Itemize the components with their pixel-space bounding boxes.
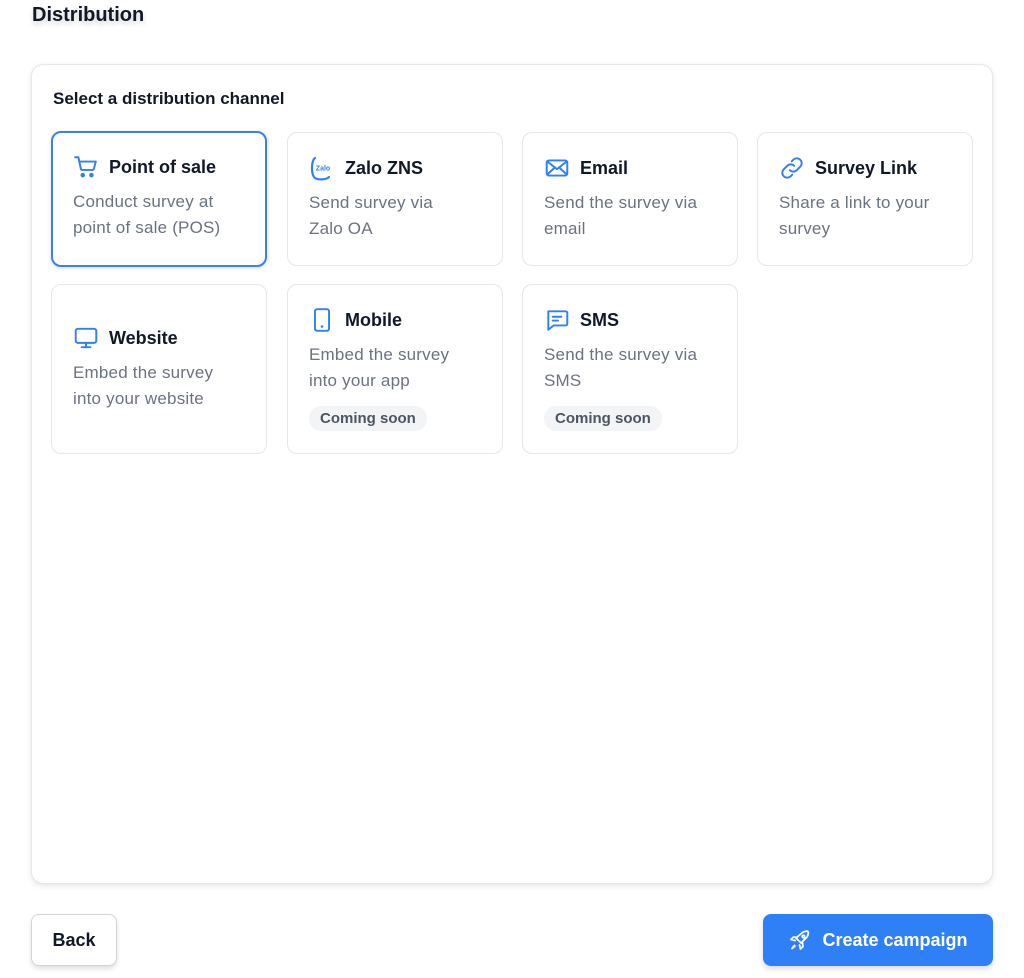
svg-text:Zalo: Zalo bbox=[316, 166, 330, 173]
distribution-panel: Select a distribution channel Point of s… bbox=[31, 64, 993, 884]
card-title: Survey Link bbox=[815, 157, 918, 178]
coming-soon-badge: Coming soon bbox=[309, 406, 427, 431]
message-icon bbox=[544, 307, 570, 333]
card-title: Website bbox=[109, 327, 178, 348]
card-title: Email bbox=[580, 157, 629, 178]
card-description: Share a link to your survey bbox=[779, 193, 930, 238]
create-campaign-label: Create campaign bbox=[822, 929, 968, 950]
coming-soon-badge: Coming soon bbox=[544, 406, 662, 431]
channel-card-mobile[interactable]: Mobile Embed the survey into your app Co… bbox=[287, 284, 503, 454]
channel-card-survey-link[interactable]: Survey Link Share a link to your survey bbox=[757, 132, 973, 266]
card-description: Send survey via Zalo OA bbox=[309, 193, 433, 238]
rocket-icon bbox=[788, 928, 812, 952]
card-title: Point of sale bbox=[109, 156, 217, 177]
channel-card-zalo-zns[interactable]: Zalo Zalo ZNS Send survey via Zalo OA bbox=[287, 132, 503, 266]
link-icon bbox=[779, 155, 805, 181]
card-description: Embed the survey into your website bbox=[73, 363, 214, 408]
zalo-icon: Zalo bbox=[309, 155, 335, 181]
page-title: Distribution bbox=[32, 4, 145, 26]
phone-icon bbox=[309, 307, 335, 333]
card-title: Mobile bbox=[345, 309, 402, 330]
card-description: Send the survey via SMS bbox=[544, 345, 698, 390]
card-title: Zalo ZNS bbox=[345, 157, 424, 178]
card-title: SMS bbox=[580, 309, 620, 330]
card-description: Send the survey via email bbox=[544, 193, 698, 238]
card-description: Conduct survey at point of sale (POS) bbox=[73, 192, 221, 237]
mail-icon bbox=[544, 155, 570, 181]
channel-card-sms[interactable]: SMS Send the survey via SMS Coming soon bbox=[522, 284, 738, 454]
channel-card-point-of-sale[interactable]: Point of sale Conduct survey at point of… bbox=[51, 131, 267, 267]
section-label: Select a distribution channel bbox=[53, 89, 285, 108]
channel-card-website[interactable]: Website Embed the survey into your websi… bbox=[51, 284, 267, 454]
create-campaign-button[interactable]: Create campaign bbox=[763, 914, 993, 966]
back-button[interactable]: Back bbox=[31, 914, 117, 966]
card-description: Embed the survey into your app bbox=[309, 345, 450, 390]
monitor-icon bbox=[73, 325, 99, 351]
cart-icon bbox=[73, 154, 99, 180]
channel-card-email[interactable]: Email Send the survey via email bbox=[522, 132, 738, 266]
